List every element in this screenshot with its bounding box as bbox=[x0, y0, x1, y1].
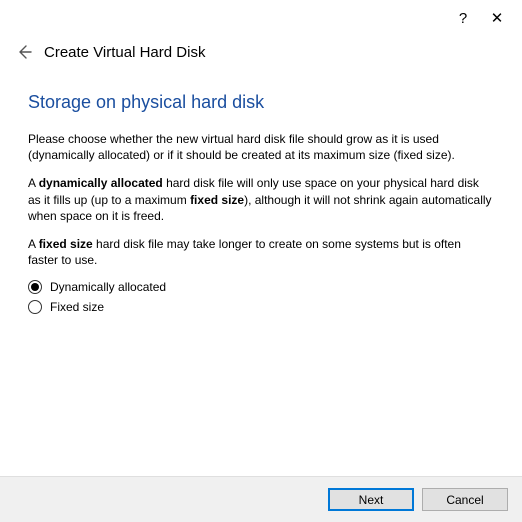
text-frag: hard disk file may take longer to create… bbox=[28, 237, 461, 267]
radio-fixed-size[interactable]: Fixed size bbox=[28, 300, 494, 314]
radio-icon bbox=[28, 280, 42, 294]
text-bold: dynamically allocated bbox=[39, 176, 163, 190]
radio-icon bbox=[28, 300, 42, 314]
next-button[interactable]: Next bbox=[328, 488, 414, 511]
text-bold: fixed size bbox=[190, 193, 244, 207]
intro-paragraph: Please choose whether the new virtual ha… bbox=[28, 131, 494, 163]
help-icon: ? bbox=[459, 10, 467, 27]
back-button[interactable] bbox=[14, 42, 34, 62]
page-heading: Storage on physical hard disk bbox=[28, 92, 494, 113]
radio-dynamically-allocated[interactable]: Dynamically allocated bbox=[28, 280, 494, 294]
cancel-button[interactable]: Cancel bbox=[422, 488, 508, 511]
titlebar: ? ✕ bbox=[0, 0, 522, 36]
wizard-footer: Next Cancel bbox=[0, 476, 522, 522]
text-frag: A bbox=[28, 237, 39, 251]
radio-label: Fixed size bbox=[50, 300, 104, 314]
close-icon: ✕ bbox=[491, 9, 504, 27]
radio-label: Dynamically allocated bbox=[50, 280, 166, 294]
close-button[interactable]: ✕ bbox=[480, 4, 514, 32]
storage-type-radio-group: Dynamically allocated Fixed size bbox=[28, 280, 494, 314]
back-arrow-icon bbox=[16, 44, 32, 60]
wizard-header: Create Virtual Hard Disk bbox=[0, 36, 522, 80]
fixed-explain-paragraph: A fixed size hard disk file may take lon… bbox=[28, 236, 494, 268]
help-button[interactable]: ? bbox=[446, 4, 480, 32]
wizard-content: Storage on physical hard disk Please cho… bbox=[0, 92, 522, 314]
text-bold: fixed size bbox=[39, 237, 93, 251]
text-frag: A bbox=[28, 176, 39, 190]
dynamic-explain-paragraph: A dynamically allocated hard disk file w… bbox=[28, 175, 494, 224]
wizard-title: Create Virtual Hard Disk bbox=[44, 44, 205, 61]
